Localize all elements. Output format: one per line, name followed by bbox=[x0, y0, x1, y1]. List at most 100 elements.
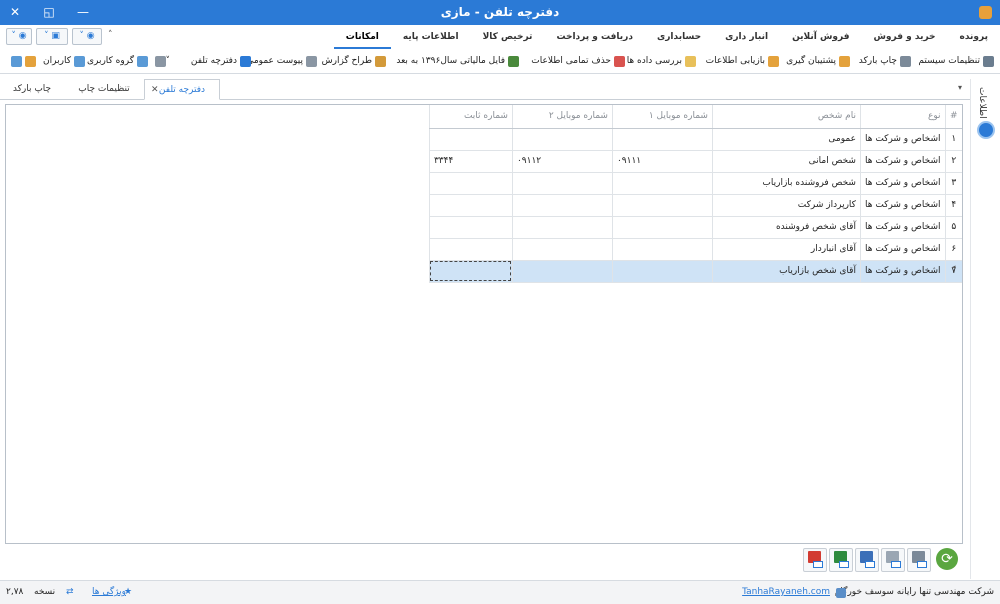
cell-landline[interactable] bbox=[428, 216, 513, 239]
cell-type[interactable]: اشخاص و شرکت ها bbox=[859, 238, 945, 261]
general-attachment-button[interactable]: پیوست عمومی bbox=[246, 54, 317, 68]
restore-button[interactable]: بازیابی اطلاعات bbox=[706, 54, 779, 68]
tax-file-button[interactable]: فایل مالیاتی سال۱۳۹۶ به بعد bbox=[396, 54, 519, 68]
cell-mobile-1[interactable] bbox=[611, 238, 713, 261]
cell-number[interactable]: ۵ bbox=[944, 216, 962, 239]
help-dropdown-button[interactable]: ˅ ◉ bbox=[6, 28, 32, 45]
column-header-mobile-1[interactable]: شماره موبایل ۱ bbox=[611, 105, 713, 129]
cell-type[interactable]: اشخاص و شرکت ها bbox=[859, 128, 945, 151]
cell-person-name[interactable]: آقای شخص بازاریاب bbox=[711, 260, 861, 283]
print-barcode-button[interactable]: چاپ بارکد bbox=[859, 54, 911, 68]
cell-mobile-2[interactable] bbox=[511, 172, 613, 195]
cell-landline[interactable] bbox=[428, 194, 513, 217]
tab-print-settings[interactable]: تنظیمات چاپ bbox=[66, 79, 142, 100]
backup-button[interactable]: پشتیبان گیری bbox=[786, 54, 850, 68]
cell-landline[interactable] bbox=[428, 260, 513, 283]
app-logo-icon[interactable] bbox=[979, 6, 992, 19]
table-row[interactable]: ۳ اشخاص و شرکت ها شخص فروشنده بازاریاب bbox=[428, 172, 962, 195]
cell-landline[interactable] bbox=[428, 172, 513, 195]
cell-mobile-1[interactable] bbox=[611, 260, 713, 283]
side-panel-label[interactable]: اطلاعات bbox=[977, 87, 987, 119]
cell-mobile-2[interactable] bbox=[511, 194, 613, 217]
cell-type[interactable]: اشخاص و شرکت ها bbox=[859, 260, 945, 283]
table-row[interactable]: ۶ اشخاص و شرکت ها آقای انباردار bbox=[428, 238, 962, 261]
column-header-number[interactable]: # bbox=[944, 105, 962, 129]
cell-person-name[interactable]: آقای انباردار bbox=[711, 238, 861, 261]
column-header-person-name[interactable]: نام شخص bbox=[711, 105, 861, 129]
cell-person-name[interactable]: کارپرداز شرکت bbox=[711, 194, 861, 217]
column-header-landline[interactable]: شماره ثابت bbox=[428, 105, 513, 129]
tab-customs-clearance[interactable]: ترخیص کالا bbox=[471, 25, 545, 49]
cell-mobile-1[interactable]: ۰۹۱۱۱ bbox=[611, 150, 713, 173]
delete-all-button[interactable]: حذف تمامی اطلاعات bbox=[531, 54, 625, 68]
website-link[interactable]: TanhaRayaneh.com bbox=[742, 587, 830, 597]
cell-person-name[interactable]: شخص فروشنده بازاریاب bbox=[711, 172, 861, 195]
cell-mobile-1[interactable] bbox=[611, 194, 713, 217]
users-button[interactable]: کاربران bbox=[43, 54, 85, 68]
export-pdf-button[interactable] bbox=[803, 548, 827, 572]
cell-type[interactable]: اشخاص و شرکت ها bbox=[859, 194, 945, 217]
cell-landline[interactable] bbox=[428, 128, 513, 151]
refresh-icon[interactable]: ⟳ bbox=[936, 548, 958, 570]
tabs-dropdown-icon[interactable]: ▾ bbox=[958, 83, 962, 92]
tab-file[interactable]: پرونده bbox=[948, 25, 1000, 49]
cell-person-name[interactable]: شخص امانی bbox=[711, 150, 861, 173]
system-settings-button[interactable]: تنظیمات سیستم bbox=[918, 54, 994, 68]
tab-print-barcode[interactable]: چاپ بارکد bbox=[0, 79, 64, 100]
cell-mobile-2[interactable] bbox=[511, 128, 613, 151]
cell-number[interactable]: ۱ bbox=[944, 128, 962, 151]
cell-type[interactable]: اشخاص و شرکت ها bbox=[859, 216, 945, 239]
phonebook-button[interactable]: دفترچه تلفن bbox=[191, 54, 251, 68]
cell-mobile-1[interactable] bbox=[611, 128, 713, 151]
table-row[interactable]: ۲ اشخاص و شرکت ها شخص امانی ۰۹۱۱۱ ۰۹۱۱۲ … bbox=[428, 150, 962, 173]
cell-mobile-2[interactable] bbox=[511, 260, 613, 283]
table-row[interactable]: ۴ اشخاص و شرکت ها کارپرداز شرکت bbox=[428, 194, 962, 217]
close-tab-icon[interactable]: ✕ bbox=[151, 80, 159, 100]
cell-mobile-2[interactable] bbox=[511, 216, 613, 239]
edit-users-button[interactable] bbox=[22, 54, 36, 68]
column-header-mobile-2[interactable]: شماره موبایل ۲ bbox=[511, 105, 613, 129]
user-settings-button[interactable] bbox=[8, 54, 22, 68]
collapse-ribbon-icon[interactable]: ˄ bbox=[108, 30, 113, 40]
tab-phonebook[interactable]: ✕ دفترچه تلفن bbox=[144, 79, 220, 100]
export-excel-button[interactable] bbox=[829, 548, 853, 572]
sync-icon[interactable]: ⇄ bbox=[66, 587, 74, 597]
user-group-button[interactable]: گروه کاربری bbox=[87, 54, 148, 68]
cell-mobile-2[interactable] bbox=[511, 238, 613, 261]
cell-number[interactable]: ۴ bbox=[944, 194, 962, 217]
print-grid-button[interactable] bbox=[907, 548, 931, 572]
cell-type[interactable]: اشخاص و شرکت ها bbox=[859, 172, 945, 195]
features-link[interactable]: ویژگی ها bbox=[92, 587, 126, 597]
export-word-button[interactable] bbox=[855, 548, 879, 572]
cell-landline[interactable] bbox=[428, 238, 513, 261]
tab-receipt-payment[interactable]: دریافت و پرداخت bbox=[544, 25, 645, 49]
cell-type[interactable]: اشخاص و شرکت ها bbox=[859, 150, 945, 173]
column-header-type[interactable]: نوع bbox=[859, 105, 945, 129]
print-preview-button[interactable] bbox=[881, 548, 905, 572]
tab-base-info[interactable]: اطلاعات پایه bbox=[391, 25, 471, 49]
pencil-icon bbox=[25, 55, 36, 67]
tab-warehouse[interactable]: انبار داری bbox=[713, 25, 780, 49]
cell-person-name[interactable]: آقای شخص فروشنده bbox=[711, 216, 861, 239]
info-icon[interactable] bbox=[977, 121, 995, 139]
tab-buy-sell[interactable]: خرید و فروش bbox=[862, 25, 948, 49]
cell-mobile-2[interactable]: ۰۹۱۱۲ bbox=[511, 150, 613, 173]
tab-accounting[interactable]: حسابداری bbox=[645, 25, 713, 49]
cell-number[interactable]: ۶ bbox=[944, 238, 962, 261]
view-dropdown-button[interactable]: ˅ ◉ bbox=[72, 28, 102, 45]
cell-number[interactable]: ۳ bbox=[944, 172, 962, 195]
tab-online-sales[interactable]: فروش آنلاین bbox=[780, 25, 861, 49]
table-row-selected[interactable]: ۷ اشخاص و شرکت ها آقای شخص بازاریاب bbox=[428, 260, 962, 283]
cell-person-name[interactable]: عمومی bbox=[711, 128, 861, 151]
cell-landline[interactable]: ۳۳۴۴ bbox=[428, 150, 513, 173]
tab-facilities[interactable]: امکانات bbox=[333, 25, 391, 49]
cell-number[interactable]: ۲ bbox=[944, 150, 962, 173]
ribbon-more-button[interactable]: ˅ bbox=[152, 54, 170, 68]
check-data-button[interactable]: بررسی داده ها bbox=[627, 54, 696, 68]
report-designer-button[interactable]: طراح گزارش bbox=[322, 54, 386, 68]
cell-mobile-1[interactable] bbox=[611, 216, 713, 239]
table-row[interactable]: ۵ اشخاص و شرکت ها آقای شخص فروشنده bbox=[428, 216, 962, 239]
table-row[interactable]: ۱ اشخاص و شرکت ها عمومی bbox=[428, 128, 962, 151]
cell-mobile-1[interactable] bbox=[611, 172, 713, 195]
window-layout-dropdown-button[interactable]: ˅ ▣ bbox=[36, 28, 68, 45]
